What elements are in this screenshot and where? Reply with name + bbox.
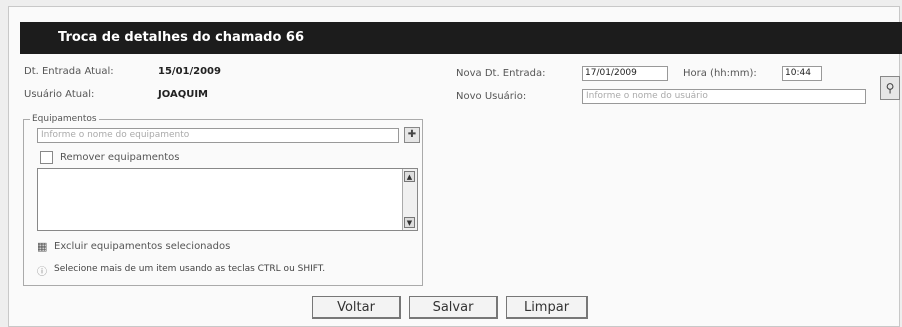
equipment-search-input[interactable]: Informe o nome do equipamento: [37, 128, 399, 143]
clear-button[interactable]: Limpar: [506, 296, 588, 319]
time-label: Hora (hh:mm):: [683, 68, 757, 79]
search-icon: ⚲: [885, 81, 895, 95]
new-date-label: Nova Dt. Entrada:: [456, 68, 546, 79]
new-date-input[interactable]: 17/01/2009: [582, 66, 668, 81]
exclude-equipment-link[interactable]: Excluir equipamentos selecionados: [54, 241, 230, 252]
remove-equipment-checkbox[interactable]: [40, 151, 53, 164]
search-user-button[interactable]: ⚲: [880, 76, 900, 100]
scroll-down-arrow[interactable]: ▼: [404, 217, 415, 228]
current-date-label: Dt. Entrada Atual:: [24, 66, 114, 77]
page-title: Troca de detalhes do chamado 66: [20, 22, 902, 54]
add-equipment-button[interactable]: ✚: [404, 127, 420, 143]
equipment-list-scrollbar[interactable]: ▲ ▼: [402, 169, 417, 230]
new-user-input[interactable]: Informe o nome do usuário: [582, 89, 866, 104]
save-button[interactable]: Salvar: [409, 296, 498, 319]
current-user-value: JOAQUIM: [158, 89, 208, 100]
info-icon: ⓘ: [37, 267, 47, 278]
selection-hint: Selecione mais de um item usando as tecl…: [54, 264, 326, 274]
remove-equipment-label: Remover equipamentos: [60, 152, 180, 163]
current-user-label: Usuário Atual:: [24, 89, 95, 100]
time-input[interactable]: 10:44: [782, 66, 822, 81]
new-user-label: Novo Usuário:: [456, 91, 527, 102]
current-date-value: 15/01/2009: [158, 66, 221, 77]
scroll-up-arrow[interactable]: ▲: [404, 171, 415, 182]
equipment-list[interactable]: ▲ ▼: [37, 168, 418, 231]
equipment-legend: Equipamentos: [32, 114, 97, 124]
back-button[interactable]: Voltar: [312, 296, 401, 319]
exclude-icon[interactable]: ▦: [37, 240, 47, 253]
add-icon: ✚: [407, 129, 417, 140]
